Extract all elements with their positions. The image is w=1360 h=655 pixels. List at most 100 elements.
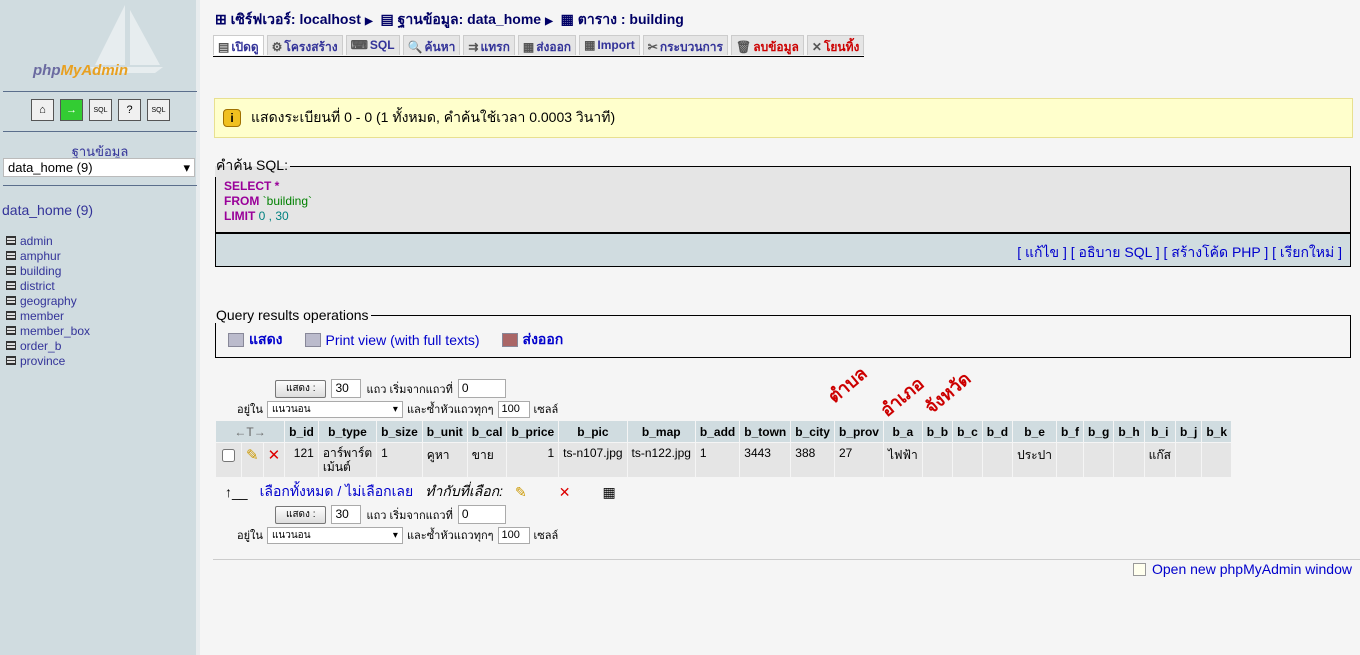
- column-header-b_i[interactable]: b_i: [1144, 421, 1175, 442]
- sidebar-table-item[interactable]: order_b: [6, 338, 90, 353]
- tab-icon: ✕: [811, 40, 822, 54]
- column-header-b_cal[interactable]: b_cal: [467, 421, 507, 442]
- column-header-b_a[interactable]: b_a: [883, 421, 922, 442]
- database-title[interactable]: data_home (9): [2, 202, 93, 218]
- sidebar-table-item[interactable]: district: [6, 278, 90, 293]
- help-icon[interactable]: ?: [118, 99, 141, 121]
- sidebar-table-item[interactable]: amphur: [6, 248, 90, 263]
- refresh-link[interactable]: [ เรียกใหม่ ]: [1272, 244, 1342, 260]
- rows-input[interactable]: 30: [331, 379, 362, 398]
- export-icon[interactable]: ▦: [603, 484, 616, 501]
- sidebar-table-item[interactable]: member_box: [6, 323, 90, 338]
- sql-query-icon[interactable]: SQL: [89, 99, 112, 121]
- breadcrumb-server[interactable]: เซิร์ฟเวอร์: localhost: [231, 11, 361, 27]
- column-header-b_size[interactable]: b_size: [377, 421, 422, 442]
- column-header-b_e[interactable]: b_e: [1013, 421, 1056, 442]
- cell-b_prov: 27: [834, 443, 883, 477]
- tab-icon: 🗑: [735, 40, 752, 54]
- table-icon: [6, 296, 16, 305]
- start-row-input[interactable]: 0: [457, 379, 506, 398]
- delete-icon[interactable]: ✕: [559, 484, 571, 501]
- column-header-b_town[interactable]: b_town: [740, 421, 791, 442]
- start-row-input[interactable]: 0: [457, 505, 506, 524]
- cell-b_g: [1083, 443, 1114, 477]
- result-notice: i แสดงระเบียนที่ 0 - 0 (1 ทั้งหมด, คำค้นใ…: [214, 98, 1353, 138]
- column-header-b_price[interactable]: b_price: [507, 421, 559, 442]
- sidebar-table-item[interactable]: admin: [6, 233, 90, 248]
- sidebar-table-item[interactable]: member: [6, 308, 90, 323]
- edit-sql-link[interactable]: [ แก้ไข ]: [1017, 244, 1067, 260]
- phpmyadmin-logo[interactable]: phpMyAdmin: [0, 0, 200, 90]
- table-icon: [6, 281, 16, 290]
- annotation-town: ตำบล: [824, 362, 871, 407]
- edit-icon[interactable]: ✎: [242, 443, 263, 477]
- column-header-b_type[interactable]: b_type: [318, 421, 377, 442]
- column-header-b_b[interactable]: b_b: [922, 421, 953, 442]
- print-view-link[interactable]: แสดง: [228, 329, 283, 351]
- column-header-b_f[interactable]: b_f: [1056, 421, 1083, 442]
- tab-4[interactable]: ⇉ แทรก: [463, 35, 515, 55]
- sidebar-table-item[interactable]: geography: [6, 293, 90, 308]
- cell-b_cal: ขาย: [467, 443, 507, 477]
- explain-sql-link[interactable]: [ อธิบาย SQL ]: [1071, 244, 1160, 260]
- column-header-b_unit[interactable]: b_unit: [422, 421, 467, 442]
- tab-5[interactable]: ▦ ส่งออก: [517, 35, 577, 55]
- cell-b_i: แก๊ส: [1144, 443, 1175, 477]
- column-header-b_k[interactable]: b_k: [1202, 421, 1232, 442]
- sidebar: phpMyAdmin ⌂ → SQL ? SQL ฐานข้อมูล data_…: [0, 0, 200, 655]
- column-header-b_d[interactable]: b_d: [982, 421, 1013, 442]
- tab-1[interactable]: ⚙ โครงสร้าง: [266, 35, 343, 55]
- column-header-b_pic[interactable]: b_pic: [559, 421, 627, 442]
- tab-7[interactable]: ✂ กระบวนการ: [642, 35, 728, 55]
- breadcrumb-database[interactable]: ฐานข้อมูล: data_home: [398, 11, 541, 27]
- show-button[interactable]: แสดง :: [275, 379, 327, 398]
- tab-6[interactable]: ▦ Import: [579, 35, 640, 55]
- export-link[interactable]: ส่งออก: [501, 329, 563, 351]
- open-new-window-link[interactable]: Open new phpMyAdmin window: [1133, 561, 1352, 577]
- results-table: ←T→ b_id b_type b_size b_unit b_cal b_price b_p…: [215, 420, 1232, 478]
- tab-8[interactable]: 🗑 ลบข้อมูล: [730, 35, 804, 55]
- tab-icon: ▤: [218, 40, 230, 54]
- tab-9[interactable]: ✕ โยนทิ้ง: [806, 35, 865, 55]
- tab-0[interactable]: ▤ เปิดดู: [213, 35, 264, 55]
- column-header-b_h[interactable]: b_h: [1114, 421, 1144, 442]
- row-checkbox[interactable]: [222, 449, 235, 462]
- display-mode-select[interactable]: แนวนอน ▾: [266, 400, 403, 418]
- repeat-headers-input[interactable]: 100: [497, 400, 530, 418]
- chevron-down-icon: ▾: [392, 403, 398, 415]
- column-header-b_c[interactable]: b_c: [953, 421, 982, 442]
- cell-b_h: [1114, 443, 1144, 477]
- column-header-b_j[interactable]: b_j: [1176, 421, 1202, 442]
- delete-icon[interactable]: ✕: [263, 443, 285, 477]
- tab-3[interactable]: 🔍 ค้นหา: [402, 35, 461, 55]
- cell-b_e: ประปา: [1013, 443, 1056, 477]
- tab-icon: ⌨: [350, 38, 368, 52]
- sidebar-table-item[interactable]: province: [6, 353, 90, 368]
- sql-docs-icon[interactable]: SQL: [147, 99, 170, 121]
- tab-2[interactable]: ⌨ SQL: [345, 35, 400, 55]
- repeat-headers-input[interactable]: 100: [497, 526, 530, 544]
- select-all-link[interactable]: เลือกทั้งหมด / ไม่เลือกเลย: [260, 481, 414, 503]
- printer-icon: [228, 333, 244, 347]
- sidebar-table-item[interactable]: building: [6, 263, 90, 278]
- edit-icon[interactable]: ✎: [515, 484, 527, 501]
- column-header-b_add[interactable]: b_add: [695, 421, 740, 442]
- create-php-code-link[interactable]: [ สร้างโค้ด PHP ]: [1164, 244, 1269, 260]
- column-header-b_id[interactable]: b_id: [285, 421, 318, 442]
- rows-input[interactable]: 30: [331, 505, 362, 524]
- column-sort-arrows[interactable]: ←T→: [216, 421, 285, 442]
- cell-b_size: 1: [377, 443, 422, 477]
- breadcrumb-table[interactable]: ตาราง : building: [578, 11, 684, 27]
- table-icon: [6, 251, 16, 260]
- exit-icon[interactable]: →: [60, 99, 83, 121]
- column-header-b_prov[interactable]: b_prov: [834, 421, 883, 442]
- printer-icon: [304, 333, 321, 347]
- column-header-b_g[interactable]: b_g: [1083, 421, 1114, 442]
- column-header-b_map[interactable]: b_map: [627, 421, 695, 442]
- database-select[interactable]: data_home (9) ▾: [3, 158, 195, 177]
- home-icon[interactable]: ⌂: [31, 99, 54, 121]
- print-full-link[interactable]: Print view (with full texts): [304, 329, 480, 351]
- column-header-b_city[interactable]: b_city: [791, 421, 834, 442]
- display-mode-select[interactable]: แนวนอน ▾: [266, 526, 403, 544]
- show-button[interactable]: แสดง :: [275, 505, 327, 524]
